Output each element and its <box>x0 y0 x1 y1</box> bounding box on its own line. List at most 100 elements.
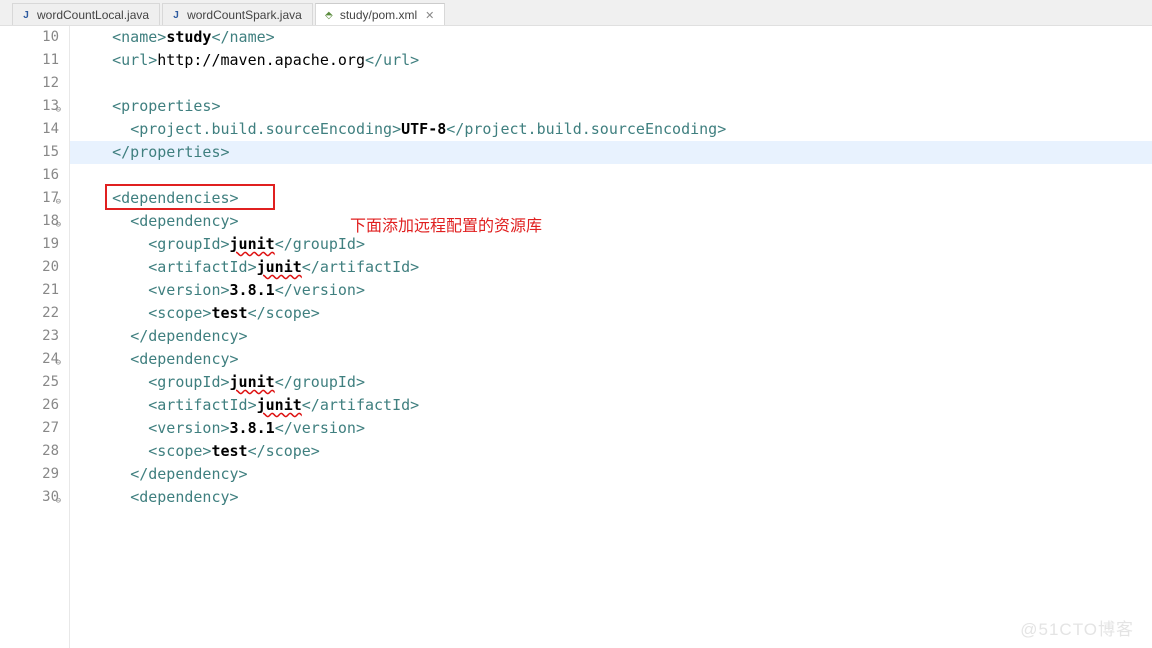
xml-tag: <project.build.sourceEncoding> <box>130 120 401 138</box>
xml-tag: </artifactId> <box>302 396 419 414</box>
xml-tag: </groupId> <box>275 373 365 391</box>
xml-tag: <artifactId> <box>148 396 256 414</box>
whitespace <box>76 28 112 46</box>
close-icon[interactable]: ✕ <box>425 9 434 22</box>
xml-tag: <groupId> <box>148 235 229 253</box>
code-line[interactable]: </dependency> <box>70 325 1152 348</box>
line-number: 11 <box>0 49 59 72</box>
xml-tag: <url> <box>112 51 157 69</box>
xml-tag: <version> <box>148 419 229 437</box>
line-number: 19 <box>0 233 59 256</box>
whitespace <box>76 442 148 460</box>
code-line[interactable]: <scope>test</scope> <box>70 302 1152 325</box>
whitespace <box>76 281 148 299</box>
line-number: 29 <box>0 463 59 486</box>
annotation-text: 下面添加远程配置的资源库 <box>350 212 542 236</box>
whitespace <box>76 120 130 138</box>
xml-tag: </name> <box>211 28 274 46</box>
whitespace <box>76 465 130 483</box>
xml-tag: <version> <box>148 281 229 299</box>
line-number: 17⊖ <box>0 187 59 210</box>
code-line[interactable]: </dependency> <box>70 463 1152 486</box>
editor-tabbar: JwordCountLocal.javaJwordCountSpark.java… <box>0 0 1152 26</box>
xml-text: junit <box>230 373 275 391</box>
xml-tag: <scope> <box>148 304 211 322</box>
xml-text: junit <box>257 258 302 276</box>
whitespace <box>76 327 130 345</box>
line-number: 23 <box>0 325 59 348</box>
xml-tag: </project.build.sourceEncoding> <box>446 120 726 138</box>
xml-text: 3.8.1 <box>230 281 275 299</box>
whitespace <box>76 488 130 506</box>
code-line[interactable]: <scope>test</scope> <box>70 440 1152 463</box>
code-line[interactable]: <dependency> <box>70 348 1152 371</box>
fold-toggle-icon[interactable]: ⊖ <box>56 490 61 513</box>
code-line[interactable] <box>70 72 1152 95</box>
xml-text: 3.8.1 <box>230 419 275 437</box>
code-line[interactable]: <dependency> <box>70 210 1152 233</box>
tab-label: wordCountLocal.java <box>37 8 149 22</box>
xml-text: test <box>211 304 247 322</box>
line-number: 30⊖ <box>0 486 59 509</box>
xml-tag: <properties> <box>112 97 220 115</box>
code-line[interactable]: <groupId>junit</groupId> <box>70 371 1152 394</box>
code-line[interactable]: <properties> <box>70 95 1152 118</box>
code-line[interactable]: <project.build.sourceEncoding>UTF-8</pro… <box>70 118 1152 141</box>
line-number: 22 <box>0 302 59 325</box>
whitespace <box>76 212 130 230</box>
line-number: 26 <box>0 394 59 417</box>
editor-tab-2[interactable]: ⬘study/pom.xml✕ <box>315 3 446 25</box>
code-line[interactable]: <artifactId>junit</artifactId> <box>70 256 1152 279</box>
tab-label: study/pom.xml <box>340 8 417 22</box>
xml-tag: </version> <box>275 419 365 437</box>
xml-tag: </version> <box>275 281 365 299</box>
tab-label: wordCountSpark.java <box>187 8 302 22</box>
code-line[interactable]: <version>3.8.1</version> <box>70 417 1152 440</box>
whitespace <box>76 396 148 414</box>
annotation-box <box>105 184 275 210</box>
code-line[interactable]: <dependency> <box>70 486 1152 509</box>
line-number: 25 <box>0 371 59 394</box>
code-line[interactable]: <url>http://maven.apache.org</url> <box>70 49 1152 72</box>
xml-text: junit <box>230 235 275 253</box>
xml-tag: <dependency> <box>130 212 238 230</box>
code-area[interactable]: 下面添加远程配置的资源库 <name>study</name> <url>htt… <box>70 26 1152 648</box>
line-number: 13⊖ <box>0 95 59 118</box>
xml-tag: <dependency> <box>130 488 238 506</box>
code-line[interactable]: <groupId>junit</groupId> <box>70 233 1152 256</box>
xml-tag: </groupId> <box>275 235 365 253</box>
code-line[interactable]: <version>3.8.1</version> <box>70 279 1152 302</box>
editor-tab-1[interactable]: JwordCountSpark.java <box>162 3 313 25</box>
xml-tag: </dependency> <box>130 465 247 483</box>
xml-text: http://maven.apache.org <box>157 51 365 69</box>
editor-tab-0[interactable]: JwordCountLocal.java <box>12 3 160 25</box>
whitespace <box>76 419 148 437</box>
whitespace <box>76 350 130 368</box>
line-number: 20 <box>0 256 59 279</box>
xml-tag: </scope> <box>248 304 320 322</box>
code-line[interactable]: <artifactId>junit</artifactId> <box>70 394 1152 417</box>
xml-text: study <box>166 28 211 46</box>
xml-tag: </scope> <box>248 442 320 460</box>
line-number-gutter: 10111213⊖14151617⊖18⊖192021222324⊖252627… <box>0 26 70 648</box>
xml-tag: <dependency> <box>130 350 238 368</box>
line-number: 16 <box>0 164 59 187</box>
whitespace <box>76 258 148 276</box>
xml-tag: </properties> <box>112 143 229 161</box>
xml-tag: </artifactId> <box>302 258 419 276</box>
whitespace <box>76 235 148 253</box>
code-line[interactable]: <name>study</name> <box>70 26 1152 49</box>
xml-tag: <name> <box>112 28 166 46</box>
xml-tag: </url> <box>365 51 419 69</box>
xml-tag: <artifactId> <box>148 258 256 276</box>
java-file-icon: J <box>169 8 183 22</box>
line-number: 14 <box>0 118 59 141</box>
java-file-icon: J <box>19 8 33 22</box>
xml-text: UTF-8 <box>401 120 446 138</box>
line-number: 10 <box>0 26 59 49</box>
xml-tag: <scope> <box>148 442 211 460</box>
xml-text: junit <box>257 396 302 414</box>
whitespace <box>76 304 148 322</box>
code-line[interactable]: </properties> <box>70 141 1152 164</box>
xml-text: test <box>211 442 247 460</box>
